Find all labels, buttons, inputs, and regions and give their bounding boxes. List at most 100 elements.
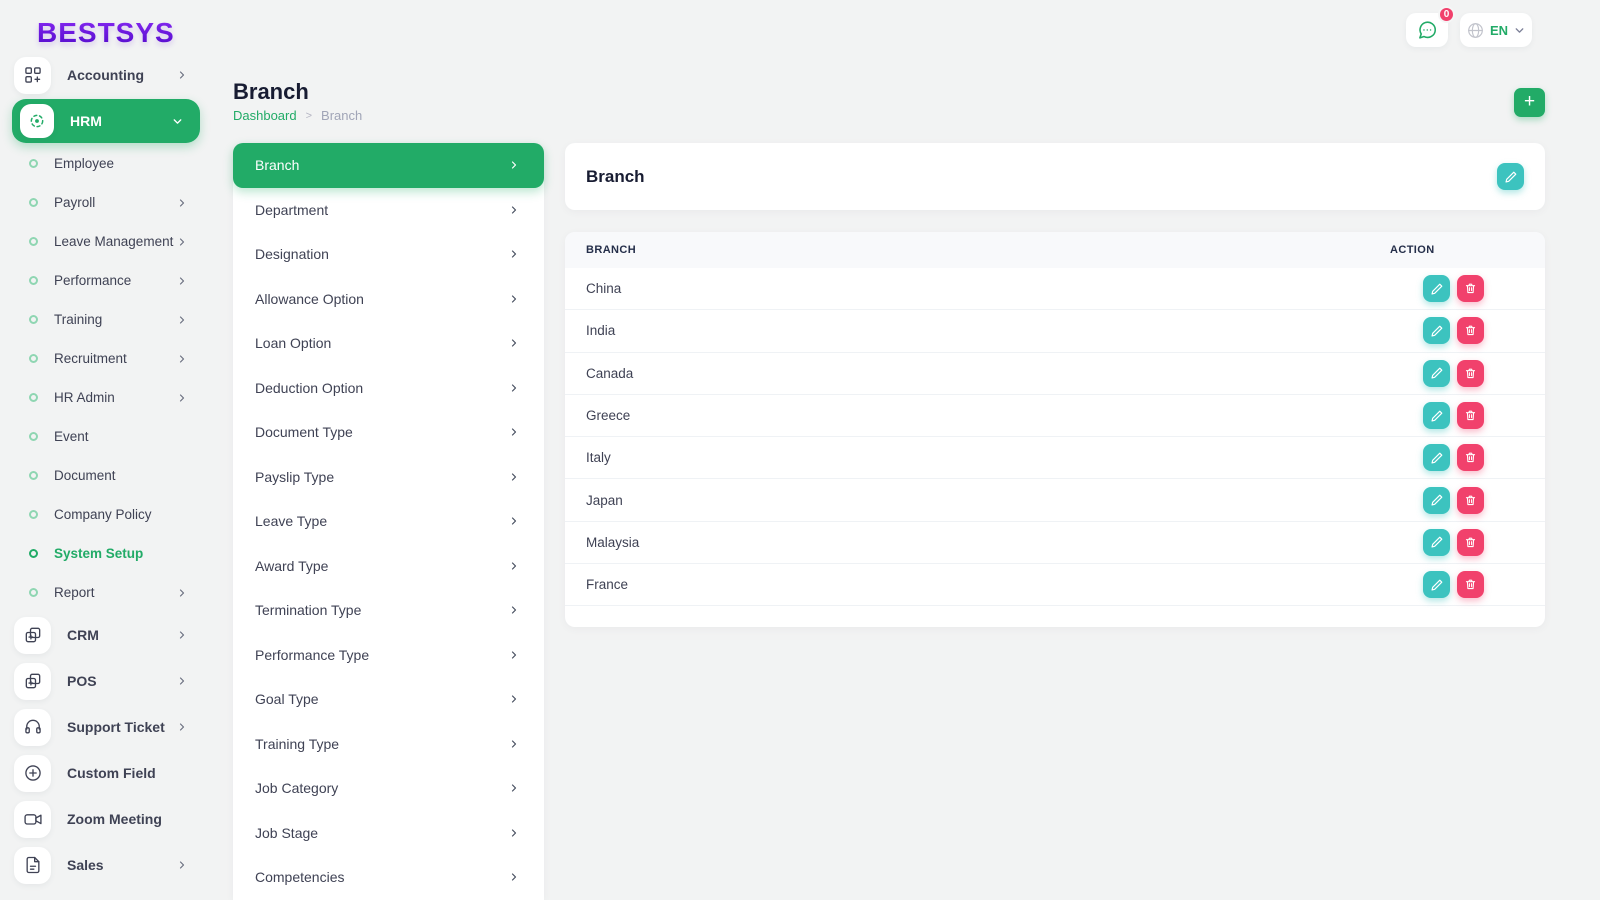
chevron-right-icon — [176, 392, 188, 404]
bullet-icon — [29, 198, 38, 207]
delete-row-button[interactable] — [1457, 275, 1484, 302]
sidebar-item-accounting[interactable]: Accounting — [0, 52, 212, 98]
setup-menu-item-goal-type[interactable]: Goal Type — [233, 677, 544, 722]
chat-icon — [1416, 19, 1438, 41]
bullet-icon — [29, 276, 38, 285]
sidebar-item-label: Payroll — [54, 195, 95, 210]
bullet-icon — [29, 354, 38, 363]
topbar-actions: 0 EN — [1406, 13, 1532, 47]
delete-row-button[interactable] — [1457, 317, 1484, 344]
sidebar-item-performance[interactable]: Performance — [0, 261, 212, 300]
chevron-right-icon — [176, 314, 188, 326]
setup-menu-item-department[interactable]: Department — [233, 188, 544, 233]
grid-icon — [14, 57, 51, 94]
sidebar-item-system-setup[interactable]: System Setup — [0, 534, 212, 573]
setup-item-label: Document Type — [255, 424, 353, 440]
sidebar-item-label: HRM — [70, 113, 102, 129]
edit-row-button[interactable] — [1423, 529, 1450, 556]
chevron-right-icon — [508, 604, 520, 616]
row-actions — [1423, 402, 1484, 429]
setup-menu-item-competencies[interactable]: Competencies — [233, 855, 544, 900]
delete-row-button[interactable] — [1457, 360, 1484, 387]
chevron-right-icon — [508, 471, 520, 483]
sidebar-item-label: Accounting — [67, 67, 144, 83]
edit-row-button[interactable] — [1423, 571, 1450, 598]
setup-menu-item-performance-type[interactable]: Performance Type — [233, 633, 544, 678]
sidebar-item-label: Report — [54, 585, 95, 600]
sidebar-item-training[interactable]: Training — [0, 300, 212, 339]
delete-row-button[interactable] — [1457, 529, 1484, 556]
edit-row-button[interactable] — [1423, 275, 1450, 302]
bullet-icon — [29, 159, 38, 168]
table-row: Italy — [565, 437, 1545, 479]
sidebar-item-label: Event — [54, 429, 89, 444]
setup-item-label: Award Type — [255, 558, 328, 574]
setup-menu-item-leave-type[interactable]: Leave Type — [233, 499, 544, 544]
setup-item-label: Deduction Option — [255, 380, 363, 396]
row-actions — [1423, 571, 1484, 598]
sidebar-item-leave-management[interactable]: Leave Management — [0, 222, 212, 261]
delete-row-button[interactable] — [1457, 402, 1484, 429]
headset-icon — [14, 709, 51, 746]
sidebar-item-event[interactable]: Event — [0, 417, 212, 456]
sidebar-item-payroll[interactable]: Payroll — [0, 183, 212, 222]
sidebar-item-label: Zoom Meeting — [67, 811, 162, 827]
setup-menu-item-document-type[interactable]: Document Type — [233, 410, 544, 455]
setup-menu-item-job-stage[interactable]: Job Stage — [233, 811, 544, 856]
setup-menu-item-branch[interactable]: Branch — [233, 143, 544, 188]
sidebar-item-label: Support Ticket — [67, 719, 165, 735]
chevron-right-icon — [176, 69, 188, 81]
sidebar-item-crm[interactable]: CRM — [0, 612, 212, 658]
sidebar-item-label: Company Policy — [54, 507, 152, 522]
sidebar-item-sales[interactable]: Sales — [0, 842, 212, 888]
setup-menu-item-designation[interactable]: Designation — [233, 232, 544, 277]
setup-menu-item-payslip-type[interactable]: Payslip Type — [233, 455, 544, 500]
table-row: Malaysia — [565, 522, 1545, 564]
row-actions — [1423, 444, 1484, 471]
chevron-right-icon — [176, 275, 188, 287]
setup-menu-item-termination-type[interactable]: Termination Type — [233, 588, 544, 633]
sidebar-item-company-policy[interactable]: Company Policy — [0, 495, 212, 534]
delete-row-button[interactable] — [1457, 571, 1484, 598]
sidebar-item-label: Document — [54, 468, 116, 483]
sidebar-item-zoom-meeting[interactable]: Zoom Meeting — [0, 796, 212, 842]
setup-menu-item-award-type[interactable]: Award Type — [233, 544, 544, 589]
edit-row-button[interactable] — [1423, 444, 1450, 471]
delete-row-button[interactable] — [1457, 487, 1484, 514]
sidebar-item-report[interactable]: Report — [0, 573, 212, 612]
setup-menu-item-allowance-option[interactable]: Allowance Option — [233, 277, 544, 322]
language-selector[interactable]: EN — [1460, 13, 1532, 47]
setup-menu-item-loan-option[interactable]: Loan Option — [233, 321, 544, 366]
sidebar-item-hrm[interactable]: HRM — [12, 99, 200, 143]
edit-row-button[interactable] — [1423, 360, 1450, 387]
table-row: China — [565, 268, 1545, 310]
breadcrumb-dashboard-link[interactable]: Dashboard — [233, 108, 297, 123]
branch-name-cell: China — [565, 281, 621, 296]
setup-menu-item-job-category[interactable]: Job Category — [233, 766, 544, 811]
sidebar-item-hr-admin[interactable]: HR Admin — [0, 378, 212, 417]
edit-row-button[interactable] — [1423, 487, 1450, 514]
language-code: EN — [1490, 23, 1508, 38]
setup-menu-item-training-type[interactable]: Training Type — [233, 722, 544, 767]
bullet-icon — [29, 510, 38, 519]
bullet-icon — [29, 549, 38, 558]
add-branch-button[interactable]: + — [1514, 88, 1545, 117]
breadcrumb-separator: > — [306, 110, 312, 122]
sidebar-item-custom-field[interactable]: Custom Field — [0, 750, 212, 796]
sidebar-item-recruitment[interactable]: Recruitment — [0, 339, 212, 378]
chevron-right-icon — [176, 197, 188, 209]
edit-row-button[interactable] — [1423, 402, 1450, 429]
setup-menu-item-deduction-option[interactable]: Deduction Option — [233, 366, 544, 411]
edit-row-button[interactable] — [1423, 317, 1450, 344]
sidebar-item-pos[interactable]: POS — [0, 658, 212, 704]
sidebar-item-support-ticket[interactable]: Support Ticket — [0, 704, 212, 750]
edit-branch-header-button[interactable] — [1497, 163, 1524, 190]
chevron-right-icon — [508, 515, 520, 527]
sidebar-nav: Accounting HRM Employee Payroll Leave Manage… — [0, 52, 212, 888]
sidebar-item-employee[interactable]: Employee — [0, 144, 212, 183]
branch-table: BRANCH ACTION China India Canada Greece … — [565, 232, 1545, 627]
delete-row-button[interactable] — [1457, 444, 1484, 471]
messages-button[interactable]: 0 — [1406, 13, 1448, 47]
row-actions — [1423, 529, 1484, 556]
sidebar-item-document[interactable]: Document — [0, 456, 212, 495]
